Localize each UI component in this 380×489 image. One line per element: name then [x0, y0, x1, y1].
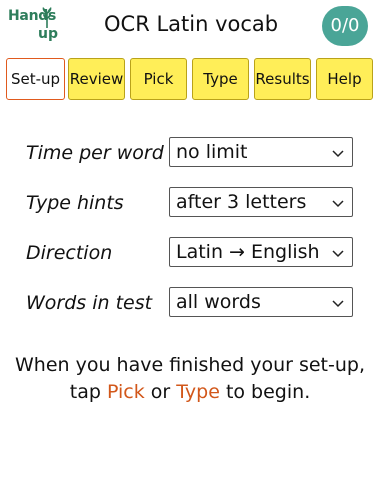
time-per-word-select[interactable]: no limit: [169, 137, 353, 167]
setting-time-per-word: Time per word no limit: [0, 137, 380, 173]
tab-results[interactable]: Results: [254, 58, 311, 100]
setting-words-in-test: Words in test all words: [0, 287, 380, 323]
selected-value: all words: [176, 291, 261, 313]
direction-select[interactable]: Latin → English: [169, 237, 353, 267]
chevron-down-icon: [332, 200, 344, 208]
type-hints-select[interactable]: after 3 letters: [169, 187, 353, 217]
type-link-text: Type: [176, 381, 220, 403]
tab-type[interactable]: Type: [192, 58, 249, 100]
logo-text-up: up: [38, 26, 58, 42]
chevron-down-icon: [332, 250, 344, 258]
tab-help[interactable]: Help: [316, 58, 373, 100]
pick-link-text: Pick: [106, 381, 145, 403]
words-in-test-select[interactable]: all words: [169, 287, 353, 317]
setting-label: Direction: [26, 242, 113, 264]
setting-type-hints: Type hints after 3 letters: [0, 187, 380, 223]
chevron-down-icon: [332, 300, 344, 308]
plant-icon: [42, 7, 52, 28]
tab-set-up[interactable]: Set-up: [6, 58, 65, 100]
instruction-line-2: tap Pick or Type to begin.: [0, 379, 380, 406]
setting-label: Words in test: [26, 292, 153, 314]
page-title: OCR Latin vocab: [104, 12, 279, 36]
setting-direction: Direction Latin → English: [0, 237, 380, 273]
hands-up-logo: Hands up: [6, 6, 70, 46]
instruction-post: to begin.: [219, 381, 311, 403]
chevron-down-icon: [332, 150, 344, 158]
tab-review[interactable]: Review: [68, 58, 125, 100]
selected-value: Latin → English: [176, 241, 320, 263]
selected-value: after 3 letters: [176, 191, 307, 213]
instruction-line-1: When you have finished your set-up,: [14, 354, 366, 376]
setting-label: Time per word: [26, 142, 164, 164]
selected-value: no limit: [176, 141, 248, 163]
instruction-pre: tap: [69, 381, 107, 403]
app-header: Hands up OCR Latin vocab 0/0: [0, 0, 380, 52]
instruction-mid: or: [144, 381, 177, 403]
tab-pick[interactable]: Pick: [130, 58, 187, 100]
instruction-text: When you have finished your set-up, tap …: [0, 352, 380, 406]
setting-label: Type hints: [26, 192, 124, 214]
score-badge: 0/0: [322, 6, 368, 46]
